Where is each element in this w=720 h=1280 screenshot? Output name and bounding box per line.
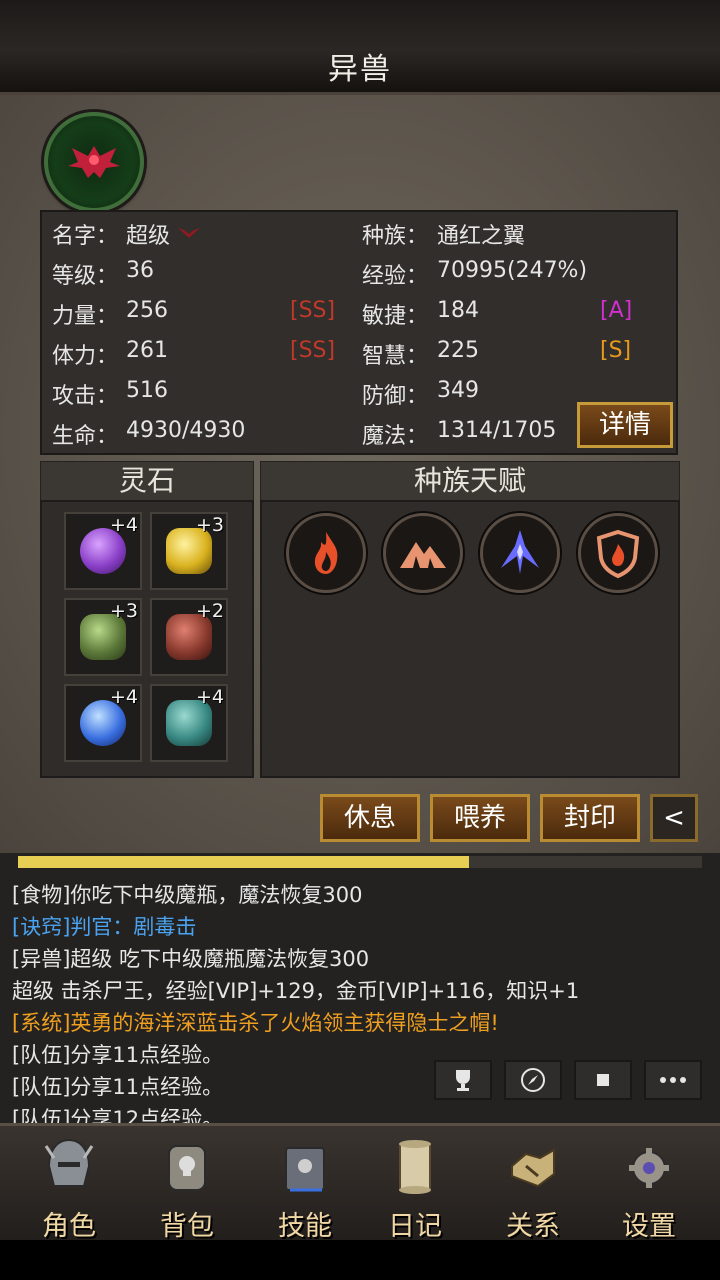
stop-icon[interactable] [574, 1060, 632, 1100]
level-label: 等级： [52, 264, 119, 289]
hp-label: 生命： [52, 424, 119, 449]
beast-avatar[interactable] [44, 112, 144, 212]
strength-value: 256 [126, 298, 168, 323]
exp-label: 经验： [362, 264, 429, 289]
wisdom-value: 225 [437, 338, 479, 363]
agility-grade: [A] [600, 298, 633, 323]
tab-character[interactable]: 角色 [14, 1126, 124, 1242]
chat-line: [系统]英勇的海洋深蓝击杀了火焰领主获得隐士之帽! [12, 1011, 499, 1035]
chat-line: [队伍]分享11点经验。 [12, 1043, 224, 1067]
page-title: 异兽 [328, 52, 392, 87]
feed-button[interactable]: 喂养 [430, 794, 530, 842]
chat-line: [队伍]分享12点经验。 [12, 1107, 224, 1123]
mountain-icon[interactable] [383, 513, 463, 593]
fire-shield-icon[interactable] [578, 513, 658, 593]
rest-button[interactable]: 休息 [320, 794, 420, 842]
name-label: 名字： [52, 224, 119, 249]
vitality-label: 体力： [52, 344, 119, 369]
agility-label: 敏捷： [362, 304, 429, 329]
spirit-stone-slot[interactable]: +4 [150, 684, 228, 762]
defense-value: 349 [437, 378, 479, 403]
spirit-stone-slot[interactable]: +3 [64, 598, 142, 676]
tab-label: 技能 [278, 1211, 332, 1242]
tab-diary[interactable]: 日记 [360, 1126, 470, 1242]
tab-relations[interactable]: 关系 [478, 1126, 588, 1242]
tab-label: 背包 [160, 1211, 214, 1242]
exp-progress-fill [18, 856, 470, 868]
backpack-icon [168, 1145, 206, 1191]
stone-level: +4 [195, 686, 224, 708]
spirit-stone-slot[interactable]: +4 [64, 684, 142, 762]
gear-icon [629, 1148, 669, 1188]
stone-level: +2 [195, 600, 224, 622]
spirit-stone-slot[interactable]: +2 [150, 598, 228, 676]
spirit-stone-slot[interactable]: +3 [150, 512, 228, 590]
tab-label: 设置 [622, 1211, 676, 1242]
compass-icon[interactable] [504, 1060, 562, 1100]
stone-level: +3 [195, 514, 224, 536]
chat-line: [异兽]超级 吃下中级魔瓶魔法恢复300 [12, 947, 370, 971]
system-bar [0, 1240, 720, 1280]
vitality-value: 261 [126, 338, 168, 363]
trophy-icon[interactable] [434, 1060, 492, 1100]
collapse-button[interactable]: < [650, 794, 698, 842]
tab-label: 日记 [388, 1211, 442, 1242]
chat-line: [诀窍]判官：剧毒击 [12, 915, 197, 939]
exp-value: 70995(247%) [437, 258, 588, 283]
name-value: 超级 [126, 224, 171, 249]
tab-label: 关系 [506, 1211, 560, 1242]
attack-value: 516 [126, 378, 168, 403]
scroll-icon [399, 1140, 431, 1194]
helmet-icon [44, 1138, 94, 1187]
demon-bat-icon [68, 146, 120, 178]
more-options-icon[interactable] [644, 1060, 702, 1100]
hp-value: 4930/4930 [126, 418, 246, 443]
wisdom-label: 智慧： [362, 344, 429, 369]
detail-button[interactable]: 详情 [577, 402, 673, 448]
tab-settings[interactable]: 设置 [594, 1126, 704, 1242]
stone-level: +4 [109, 514, 138, 536]
spirit-stones-title: 灵石 [40, 461, 254, 501]
handshake-icon [511, 1148, 555, 1188]
tab-skills[interactable]: 技能 [250, 1126, 360, 1242]
race-label: 种族： [362, 224, 429, 249]
title-bar: 异兽 [0, 0, 720, 95]
tab-backpack[interactable]: 背包 [132, 1126, 242, 1242]
race-value: 通红之翼 [437, 224, 526, 249]
seal-button[interactable]: 封印 [540, 794, 640, 842]
spirit-stone-slot[interactable]: +4 [64, 512, 142, 590]
vitality-grade: [SS] [290, 338, 336, 363]
skill-book-icon [285, 1147, 325, 1192]
strength-grade: [SS] [290, 298, 336, 323]
strength-label: 力量： [52, 304, 119, 329]
exp-progress-bar [18, 856, 702, 868]
tab-label: 角色 [42, 1211, 96, 1242]
defense-label: 防御： [362, 384, 429, 409]
level-value: 36 [126, 258, 154, 283]
mp-label: 魔法： [362, 424, 429, 449]
chat-line: [食物]你吃下中级魔瓶，魔法恢复300 [12, 883, 363, 907]
agility-value: 184 [437, 298, 479, 323]
fire-icon[interactable] [286, 513, 366, 593]
wind-icon[interactable] [480, 513, 560, 593]
stone-level: +3 [109, 600, 138, 622]
chat-line: 超级 击杀尸王，经验[VIP]+129，金币[VIP]+116，知识+1 [12, 979, 580, 1003]
wisdom-grade: [S] [600, 338, 632, 363]
race-talents-title: 种族天赋 [260, 461, 680, 501]
bat-small-icon [178, 228, 200, 238]
attack-label: 攻击： [52, 384, 119, 409]
stone-level: +4 [109, 686, 138, 708]
chat-line: [队伍]分享11点经验。 [12, 1075, 224, 1099]
mp-value: 1314/1705 [437, 418, 557, 443]
